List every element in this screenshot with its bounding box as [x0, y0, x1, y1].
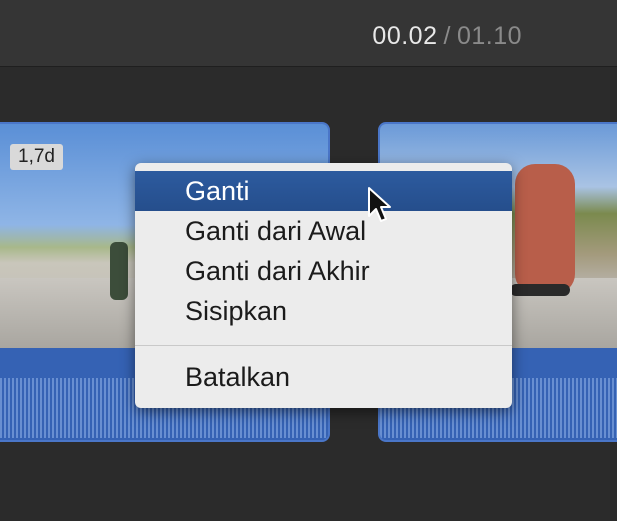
skater-figure [515, 164, 575, 294]
arrow-cursor-icon [368, 187, 391, 222]
timecode-separator: / [443, 22, 451, 50]
current-time: 00.02 [372, 22, 438, 50]
menu-item-ganti-dari-awal[interactable]: Ganti dari Awal [135, 211, 512, 251]
context-menu: Ganti Ganti dari Awal Ganti dari Akhir S… [135, 163, 512, 408]
skater-figure [110, 242, 128, 300]
timecode-display: 00.02/01.10 [372, 22, 522, 51]
menu-item-sisipkan[interactable]: Sisipkan [135, 291, 512, 331]
menu-item-ganti-dari-akhir[interactable]: Ganti dari Akhir [135, 251, 512, 291]
total-time: 01.10 [456, 22, 522, 50]
skateboard-image [510, 284, 570, 296]
menu-item-ganti[interactable]: Ganti [135, 171, 512, 211]
duration-badge: 1,7d [10, 144, 63, 170]
menu-item-batalkan[interactable]: Batalkan [135, 357, 512, 397]
toolbar: 00.02/01.10 [0, 0, 617, 67]
menu-separator [135, 345, 512, 346]
